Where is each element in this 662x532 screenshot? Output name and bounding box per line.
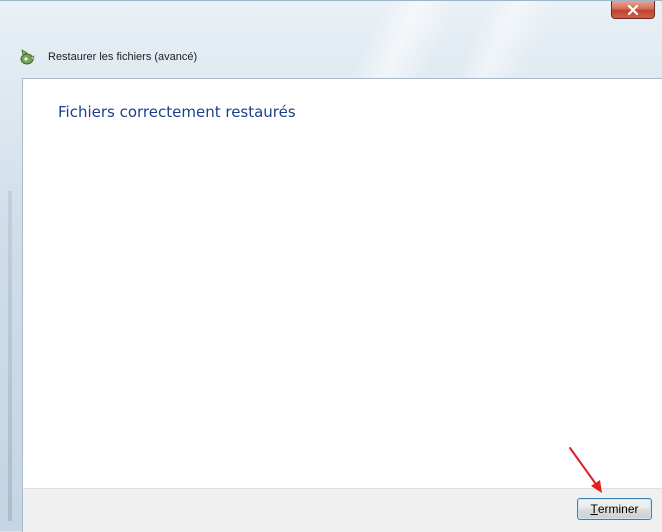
- close-icon: [627, 4, 639, 15]
- page-heading: Fichiers correctement restaurés: [58, 103, 296, 121]
- window-frame: Restaurer les fichiers (avancé) Fichiers…: [0, 0, 662, 532]
- window-title: Restaurer les fichiers (avancé): [48, 51, 198, 63]
- restore-files-icon: [18, 48, 36, 66]
- finish-button[interactable]: Terminer: [577, 498, 652, 520]
- content-area: Fichiers correctement restaurés: [22, 78, 662, 488]
- red-arrow-icon: [569, 447, 602, 493]
- title-bar: Restaurer les fichiers (avancé): [18, 47, 197, 67]
- background-edge: [8, 191, 12, 521]
- close-button[interactable]: [611, 1, 655, 19]
- finish-button-mnemonic: T: [590, 502, 598, 516]
- finish-button-label: erminer: [597, 502, 639, 516]
